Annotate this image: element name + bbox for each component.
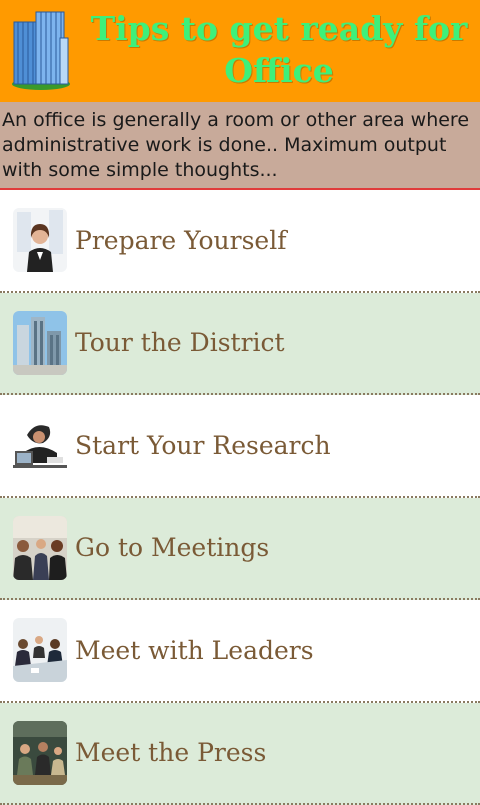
app-header: Tips to get ready for Office — [0, 0, 480, 102]
meeting-thumbnail — [13, 516, 67, 580]
list-item-prepare-yourself[interactable]: Prepare Yourself — [0, 190, 480, 293]
stressed-worker-thumbnail — [13, 413, 67, 477]
page-title: Tips to get ready for Office — [84, 8, 474, 92]
list-item-meet-the-press[interactable]: Meet the Press — [0, 703, 480, 805]
press-conference-thumbnail — [13, 721, 67, 785]
item-label: Prepare Yourself — [75, 226, 286, 255]
list-item-meet-with-leaders[interactable]: Meet with Leaders — [0, 600, 480, 703]
item-label: Go to Meetings — [75, 533, 269, 562]
tips-list: Prepare Yourself Tour the District — [0, 190, 480, 805]
conference-table-thumbnail — [13, 618, 67, 682]
app-description: An office is generally a room or other a… — [0, 102, 480, 190]
item-label: Meet with Leaders — [75, 636, 314, 665]
businesswoman-thumbnail — [13, 208, 67, 272]
list-item-start-your-research[interactable]: Start Your Research — [0, 395, 480, 498]
list-item-go-to-meetings[interactable]: Go to Meetings — [0, 498, 480, 601]
list-item-tour-the-district[interactable]: Tour the District — [0, 293, 480, 396]
item-label: Tour the District — [75, 328, 285, 357]
city-buildings-thumbnail — [13, 311, 67, 375]
item-label: Start Your Research — [75, 431, 331, 460]
item-label: Meet the Press — [75, 738, 266, 767]
office-building-icon — [10, 8, 72, 92]
